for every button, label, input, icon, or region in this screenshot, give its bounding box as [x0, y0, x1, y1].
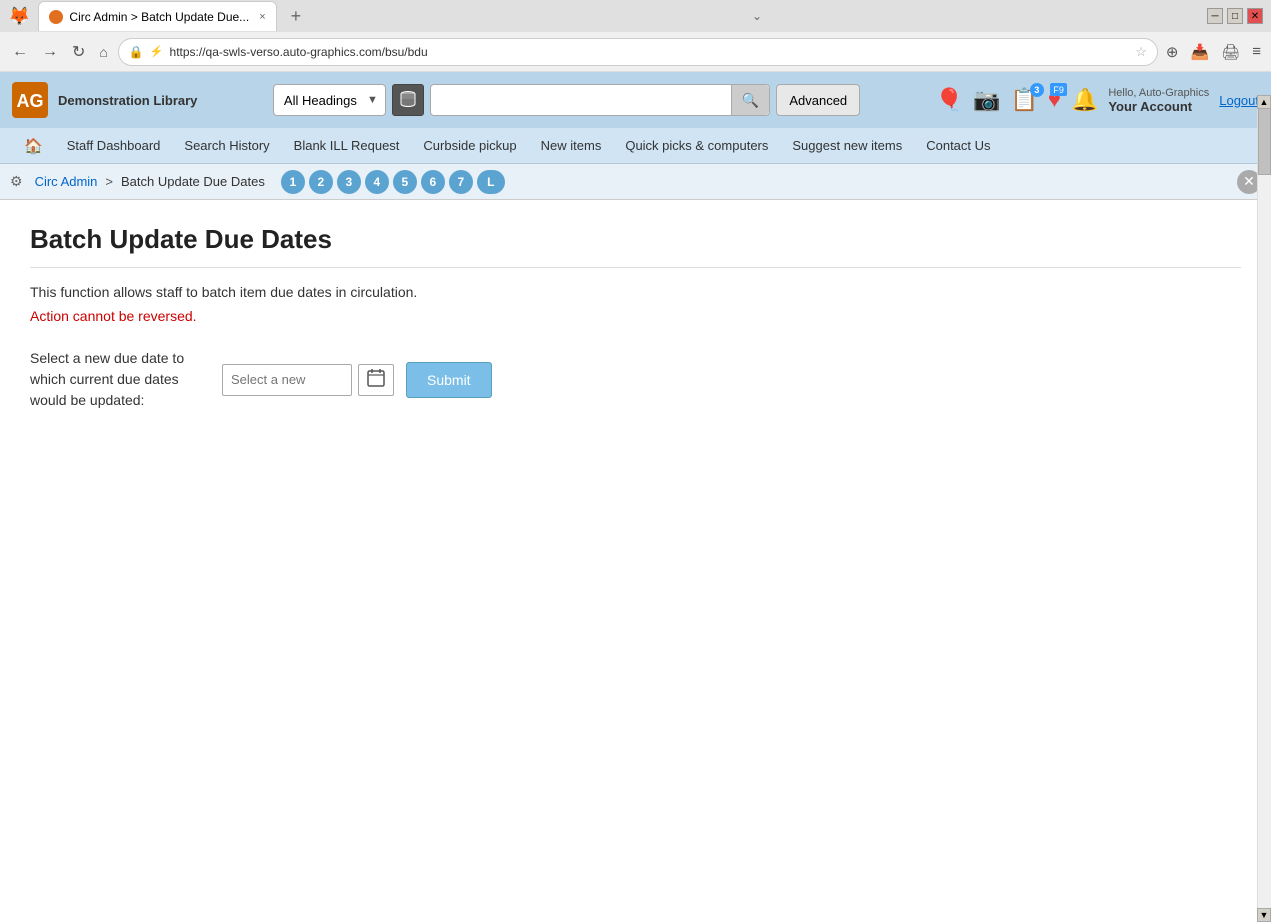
breadcrumb-bar: ⚙ Circ Admin > Batch Update Due Dates 1 …	[0, 164, 1271, 200]
tab-favicon	[49, 10, 63, 24]
camera-icon[interactable]: 📷	[973, 87, 1000, 113]
breadcrumb-link[interactable]: Circ Admin	[35, 174, 98, 189]
logout-button[interactable]: Logout	[1219, 93, 1259, 108]
menu-button[interactable]: ≡	[1250, 41, 1263, 62]
browser-tab[interactable]: Circ Admin > Batch Update Due... ×	[38, 1, 276, 31]
tab-pill-3[interactable]: 3	[337, 170, 361, 194]
tab-pill-7[interactable]: 7	[449, 170, 473, 194]
date-form-row: Select a new due date to which current d…	[30, 348, 1241, 411]
list-badge: 3	[1030, 83, 1044, 97]
search-type-wrapper: All Headings Title Author Subject ▼	[273, 84, 386, 116]
header-icons: 🎈 📷 📋 3 ♥ F9 🔔	[936, 87, 1099, 113]
balloon-icon[interactable]: 🎈	[936, 87, 963, 113]
tab-pill-2[interactable]: 2	[309, 170, 333, 194]
window-controls: ─ □ ✕	[1207, 8, 1263, 24]
nav-new-items[interactable]: New items	[529, 130, 614, 161]
tab-pill-l[interactable]: L	[477, 170, 505, 194]
minimize-button[interactable]: ─	[1207, 8, 1223, 24]
page-title: Batch Update Due Dates	[30, 224, 1241, 255]
database-icon-button[interactable]	[392, 84, 424, 116]
header-right: 🎈 📷 📋 3 ♥ F9 🔔 Hello, Auto-Graphics Your…	[936, 87, 1259, 114]
nav-search-history[interactable]: Search History	[172, 130, 281, 161]
tab-title: Circ Admin > Batch Update Due...	[69, 10, 249, 24]
new-tab-button[interactable]: +	[285, 6, 308, 27]
user-greeting: Hello, Auto-Graphics	[1108, 87, 1209, 99]
breadcrumb-current: Batch Update Due Dates	[121, 174, 265, 189]
nav-quick-picks[interactable]: Quick picks & computers	[613, 130, 780, 161]
date-input[interactable]	[222, 364, 352, 396]
form-label: Select a new due date to which current d…	[30, 348, 210, 411]
title-bar: 🦊 Circ Admin > Batch Update Due... × + ⌄…	[0, 0, 1271, 32]
maximize-button[interactable]: □	[1227, 8, 1243, 24]
tab-pill-5[interactable]: 5	[393, 170, 417, 194]
advanced-search-button[interactable]: Advanced	[776, 84, 860, 116]
scroll-down-button[interactable]: ▼	[1257, 908, 1271, 922]
nav-blank-ill[interactable]: Blank ILL Request	[282, 130, 412, 161]
user-account-link[interactable]: Your Account	[1108, 99, 1209, 114]
search-bar-group: All Headings Title Author Subject ▼ 🔍 Ad…	[207, 84, 925, 116]
tab-pill-6[interactable]: 6	[421, 170, 445, 194]
extensions-button[interactable]: ⊕	[1164, 41, 1181, 63]
nav-staff-dashboard[interactable]: Staff Dashboard	[55, 130, 173, 161]
app-logo-icon: AG	[12, 82, 48, 118]
search-type-select[interactable]: All Headings Title Author Subject	[273, 84, 386, 116]
calendar-button[interactable]	[358, 364, 394, 396]
refresh-button[interactable]: ↻	[68, 40, 89, 64]
browser-nav-bar: ← → ↻ ⌂ 🔒 ⚡ https://qa-swls-verso.auto-g…	[0, 32, 1271, 72]
f9-badge: F9	[1050, 83, 1067, 96]
tab-pill-1[interactable]: 1	[281, 170, 305, 194]
address-bar[interactable]: 🔒 ⚡ https://qa-swls-verso.auto-graphics.…	[118, 38, 1158, 66]
search-input[interactable]	[431, 89, 731, 112]
scroll-up-button[interactable]: ▲	[1257, 95, 1271, 109]
search-go-button[interactable]: 🔍	[731, 85, 769, 115]
app-header: AG Demonstration Library All Headings Ti…	[0, 72, 1271, 128]
back-button[interactable]: ←	[8, 41, 32, 63]
svg-text:AG: AG	[17, 91, 44, 111]
nav-suggest-new[interactable]: Suggest new items	[780, 130, 914, 161]
scrollbar-track[interactable]	[1257, 95, 1271, 915]
url-display: https://qa-swls-verso.auto-graphics.com/…	[170, 45, 1130, 59]
bell-icon[interactable]: 🔔	[1071, 87, 1098, 113]
main-content: Batch Update Due Dates This function all…	[0, 200, 1271, 435]
print-button[interactable]: 🖨	[1219, 41, 1242, 63]
submit-button[interactable]: Submit	[406, 362, 492, 398]
breadcrumb-icon: ⚙	[10, 173, 23, 190]
breadcrumb-separator: >	[105, 174, 113, 189]
page-description: This function allows staff to batch item…	[30, 284, 1241, 300]
library-name: Demonstration Library	[58, 93, 197, 108]
pocket-button[interactable]: 📥	[1189, 41, 1212, 63]
nav-home-item[interactable]: 🏠	[12, 129, 55, 163]
nav-curbside[interactable]: Curbside pickup	[411, 130, 528, 161]
nav-contact-us[interactable]: Contact Us	[914, 130, 1002, 161]
user-section: Hello, Auto-Graphics Your Account	[1108, 87, 1209, 114]
tab-pills: 1 2 3 4 5 6 7 L	[281, 170, 505, 194]
content-divider	[30, 267, 1241, 268]
warning-text: Action cannot be reversed.	[30, 308, 1241, 324]
heart-icon[interactable]: ♥ F9	[1048, 87, 1061, 113]
tab-close-button[interactable]: ×	[259, 11, 265, 23]
search-input-wrapper: 🔍	[430, 84, 770, 116]
close-button[interactable]: ✕	[1247, 8, 1263, 24]
tab-pill-4[interactable]: 4	[365, 170, 389, 194]
list-icon[interactable]: 📋 3	[1010, 87, 1037, 113]
date-input-wrap	[222, 364, 394, 396]
nav-right-icons: ⊕ 📥 🖨 ≡	[1164, 41, 1263, 63]
home-nav-button[interactable]: ⌂	[95, 42, 111, 62]
home-icon: 🏠	[24, 137, 43, 155]
tab-overflow-button[interactable]: ⌄	[752, 9, 762, 23]
forward-button[interactable]: →	[38, 41, 62, 63]
nav-menu: 🏠 Staff Dashboard Search History Blank I…	[0, 128, 1271, 164]
